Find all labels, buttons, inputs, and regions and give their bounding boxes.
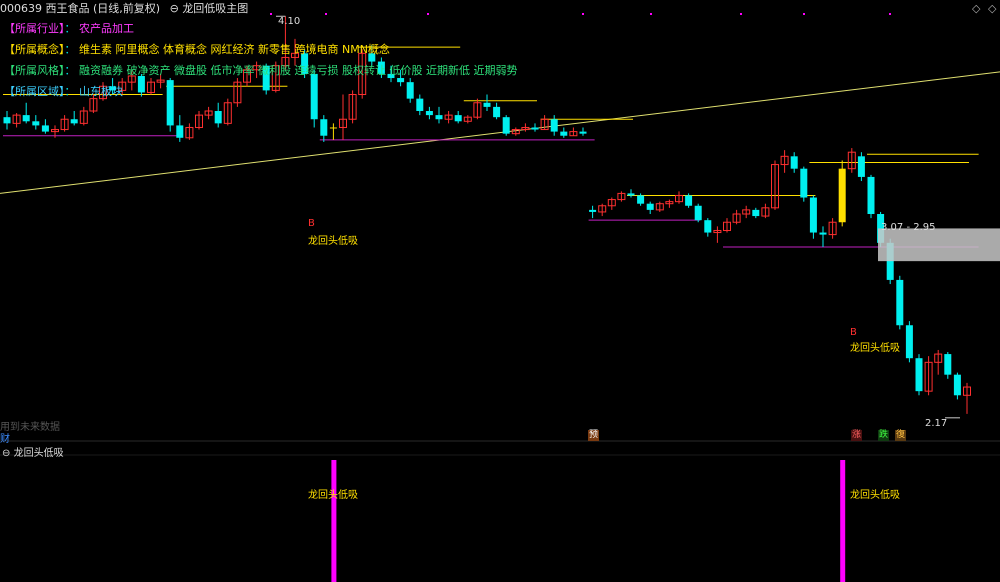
candle-body [857,156,865,177]
candle-body [493,106,501,118]
signal-bar [840,460,846,582]
top-marker [427,13,429,15]
candle-body [41,125,49,132]
signal-label: 龙回头低吸 [850,343,900,354]
candle-body [406,82,414,99]
candle-body [819,232,827,235]
candle-body [320,119,328,136]
stock-code: 000639 [0,2,42,15]
top-marker [889,13,891,15]
info-style: 【所属风格】： 融资融券 破净资产 微盘股 低市净率 微利股 连续亏损 股权转让… [4,64,518,77]
top-marker [582,13,584,15]
candle-body [560,131,568,136]
candle-body [944,354,952,375]
trend-line [0,71,1000,194]
candle-body [550,119,558,132]
region-value: 山东板块 [79,85,123,98]
subpanel-signal-label: 龙回头低吸 [850,490,900,501]
candle-body [637,195,645,204]
style-tag: 【所属风格】 [4,64,65,77]
candle-body [416,98,424,111]
candle-body [646,203,654,210]
limit-down-event-icon[interactable]: 跌 [878,430,890,441]
candle-body [704,220,712,233]
limit-up-event-icon[interactable]: 涨 [851,430,863,441]
candle-body [70,119,78,124]
chart-header: 000639 西王食品 (日线,前复权) ⊖ 龙回低吸主图 [0,0,249,15]
candle-body [915,358,923,392]
industry-tag: 【所属行业】 [4,22,65,35]
nav-next-icon[interactable]: ◇ [988,2,996,15]
candle-body [905,325,913,359]
info-industry: 【所属行业】： 农产品加工 [4,22,134,35]
top-marker [803,13,805,15]
buy-marker: B [308,218,315,229]
candle-body [896,279,904,326]
candle-body [502,117,510,134]
kline-chart-window: 000639 西王食品 (日线,前复权) ⊖ 龙回低吸主图 ◇ ◇ 【所属行业】… [0,0,1000,582]
candle-body [3,117,11,124]
top-marker [650,13,652,15]
forecast-event-icon[interactable]: 预 [588,430,600,441]
concept-value: 维生素 阿里概念 体育概念 网红经济 新零售 跨境电商 NMN概念 [79,43,390,56]
candle-body [425,111,433,116]
low-price-label: 2.17 [925,418,948,429]
top-marker [325,13,327,15]
candle-body [176,125,184,138]
signal-label: 龙回头低吸 [308,236,358,247]
range-price-label: 3.07 - 2.95 [881,222,936,233]
nav-prev-icon[interactable]: ◇ [972,2,980,15]
candle-body [953,374,961,396]
chart-period: (日线,前复权) [93,2,161,15]
top-marker [740,13,742,15]
candle-body [838,168,846,223]
concept-tag: 【所属概念】 [4,43,65,56]
industry-value: 农产品加工 [79,22,134,35]
candle-body [310,73,318,120]
subpanel-toggle-icon[interactable]: ⊖ [2,448,10,459]
subpanel-name: 龙回头低吸 [13,448,64,459]
candle-body [589,209,597,212]
candle-body [790,156,798,169]
candle-body [867,176,875,214]
candle-body [166,80,174,126]
style-value: 融资融券 破净资产 微盘股 低市净率 微利股 连续亏损 股权转让 低价股 近期新… [79,64,518,77]
candle-body [483,102,491,107]
candle-body [32,121,40,126]
signal-bar [331,460,337,582]
candle-body [800,168,808,198]
candle-body [685,195,693,206]
buy-marker: B [850,327,857,338]
candle-body [329,127,337,129]
candle-body [22,115,30,122]
stock-name: 西王食品 [45,2,90,15]
indicator-toggle-icon[interactable]: ⊖ [170,2,179,15]
region-tag: 【所属区域】 [4,85,65,98]
info-region: 【所属区域】： 山东板块 [4,85,123,98]
subpanel-signal-label: 龙回头低吸 [308,490,358,501]
indicator-name: 龙回低吸主图 [182,2,249,15]
candle-body [435,115,443,120]
candle-body [454,115,462,122]
candle-body [214,111,222,124]
candle-body [752,209,760,217]
candle-body [397,78,405,83]
info-concept: 【所属概念】： 维生素 阿里概念 体育概念 网红经济 新零售 跨境电商 NMN概… [4,43,390,56]
candle-body [137,75,145,93]
high-price-label: 4.10 [278,16,301,27]
top-marker [270,13,272,15]
candle-body [579,131,587,134]
candle-body [809,197,817,233]
range-box [878,228,1000,262]
finance-event-icon[interactable]: 财 [0,430,10,445]
resumption-event-icon[interactable]: 復 [895,430,907,441]
candle-body [694,205,702,221]
candle-body [531,127,539,130]
candle-body [627,193,635,196]
subpanel-title: ⊖ 龙回头低吸 [2,444,64,459]
